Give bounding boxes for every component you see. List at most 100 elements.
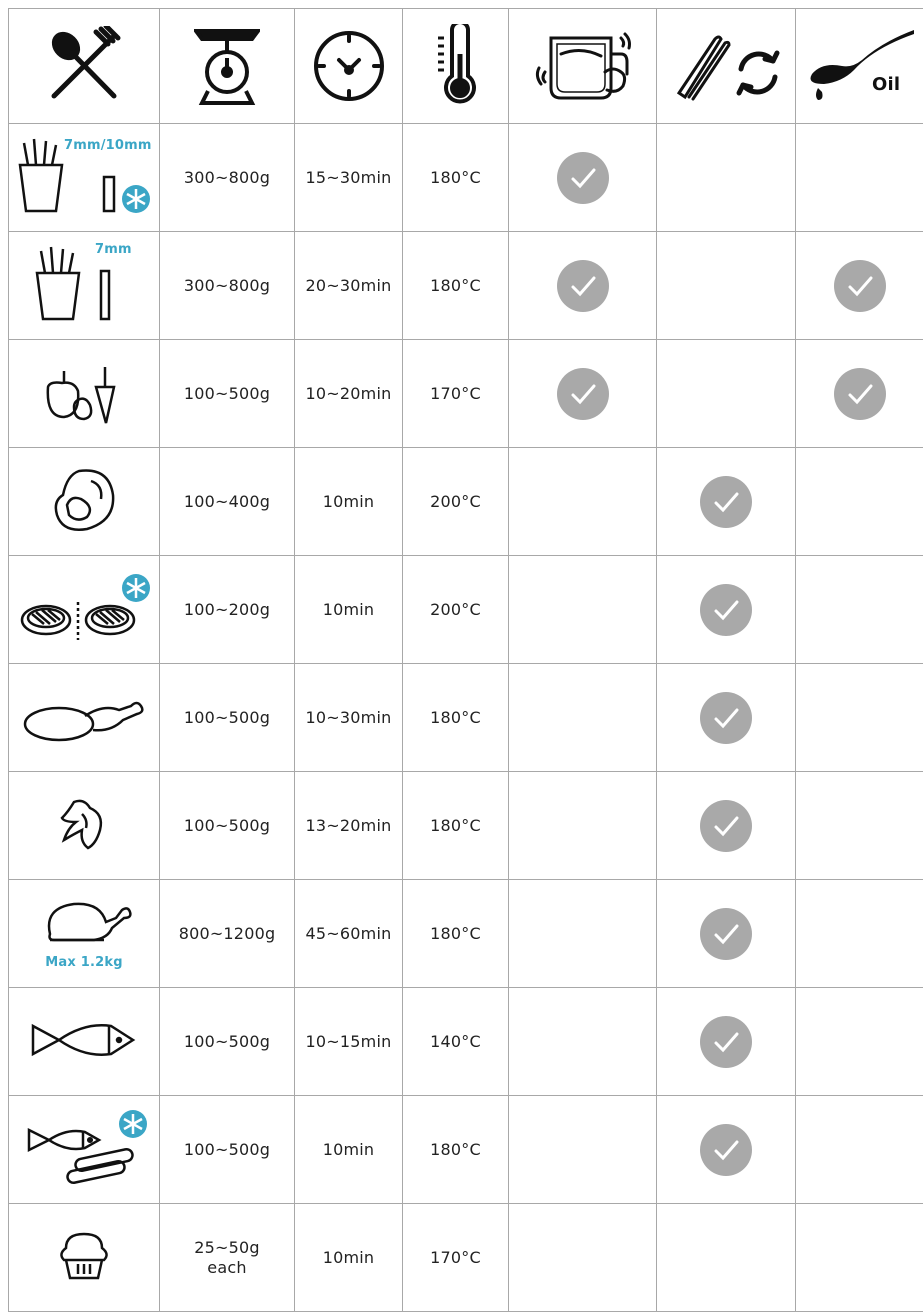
temp-cell: 180°C xyxy=(403,124,509,232)
check-icon xyxy=(700,800,752,852)
chicken-drumstick-icon xyxy=(19,686,149,746)
shake-cell xyxy=(509,988,657,1096)
frozen-burgers-icon xyxy=(14,568,154,648)
shake-cell xyxy=(509,772,657,880)
food-cell: Max 1.2kg xyxy=(9,880,160,988)
time-cell: 10min xyxy=(295,1204,403,1312)
muffin-icon xyxy=(54,1226,114,1286)
oil-cell xyxy=(796,448,923,556)
food-cell: 7mm/10mm xyxy=(9,124,160,232)
weight-cell: 300~800g xyxy=(160,124,295,232)
table-row: 100~400g 10min 200°C xyxy=(9,448,923,556)
frozen-fries-icon: 7mm/10mm xyxy=(14,131,154,221)
oil-spoon-icon: Oil xyxy=(802,26,918,106)
time-cell: 10~30min xyxy=(295,664,403,772)
turn-cell xyxy=(657,232,796,340)
temp-cell: 180°C xyxy=(403,664,509,772)
clock-icon xyxy=(311,28,387,104)
temp-cell: 140°C xyxy=(403,988,509,1096)
temp-cell: 170°C xyxy=(403,1204,509,1312)
oil-cell xyxy=(796,664,923,772)
header-turn xyxy=(657,9,796,124)
oil-cell xyxy=(796,1204,923,1312)
vegetables-icon xyxy=(34,357,134,427)
size-label: 7mm xyxy=(95,242,132,257)
weight-cell: 100~500g xyxy=(160,988,295,1096)
header-food xyxy=(9,9,160,124)
weight-cell: 300~800g xyxy=(160,232,295,340)
oil-cell xyxy=(796,1096,923,1204)
header-shake xyxy=(509,9,657,124)
turn-cell xyxy=(657,1204,796,1312)
time-cell: 10~15min xyxy=(295,988,403,1096)
table-row: 100~500g 10~30min 180°C xyxy=(9,664,923,772)
temp-cell: 200°C xyxy=(403,556,509,664)
time-cell: 15~30min xyxy=(295,124,403,232)
shake-cell xyxy=(509,232,657,340)
max-weight-label: Max 1.2kg xyxy=(45,955,122,970)
table-row: 7mm/10mm 300~800g 15~30min 180°C xyxy=(9,124,923,232)
turn-cell xyxy=(657,340,796,448)
oil-cell xyxy=(796,772,923,880)
turn-cell xyxy=(657,448,796,556)
utensils-icon xyxy=(44,26,124,106)
size-label: 7mm/10mm xyxy=(64,138,152,153)
table-row: 100~500g 13~20min 180°C xyxy=(9,772,923,880)
food-cell xyxy=(9,556,160,664)
table-row: 100~500g 10~15min 140°C xyxy=(9,988,923,1096)
check-icon xyxy=(557,152,609,204)
whole-chicken-icon: Max 1.2kg xyxy=(24,892,144,972)
check-icon xyxy=(700,476,752,528)
time-cell: 13~20min xyxy=(295,772,403,880)
shake-cell xyxy=(509,880,657,988)
oil-label: Oil xyxy=(872,74,900,95)
food-cell xyxy=(9,1204,160,1312)
oil-cell xyxy=(796,340,923,448)
temp-cell: 180°C xyxy=(403,880,509,988)
fish-icon xyxy=(29,1020,139,1060)
frozen-fish-sticks-icon xyxy=(19,1108,149,1188)
oil-cell xyxy=(796,124,923,232)
time-cell: 10min xyxy=(295,556,403,664)
check-icon xyxy=(557,368,609,420)
weight-cell: 100~500g xyxy=(160,772,295,880)
header-time xyxy=(295,9,403,124)
cooking-table: Oil 7mm/10mm 300~800g 15~30min 180°C xyxy=(8,8,923,1312)
weight-cell: 100~500g xyxy=(160,1096,295,1204)
check-icon xyxy=(834,368,886,420)
food-cell xyxy=(9,772,160,880)
time-cell: 20~30min xyxy=(295,232,403,340)
check-icon xyxy=(700,692,752,744)
weight-cell: 100~400g xyxy=(160,448,295,556)
time-cell: 10min xyxy=(295,448,403,556)
fresh-fries-icon: 7mm xyxy=(29,239,139,329)
food-cell xyxy=(9,1096,160,1204)
weight-cell: 100~500g xyxy=(160,664,295,772)
turn-cell xyxy=(657,664,796,772)
oil-cell xyxy=(796,880,923,988)
shake-cell xyxy=(509,556,657,664)
temp-cell: 200°C xyxy=(403,448,509,556)
temp-cell: 170°C xyxy=(403,340,509,448)
weight-cell: 25~50g each xyxy=(160,1204,295,1312)
weight-cell: 100~200g xyxy=(160,556,295,664)
table-row: 25~50g each 10min 170°C xyxy=(9,1204,923,1312)
weight-cell: 100~500g xyxy=(160,340,295,448)
weight-cell: 800~1200g xyxy=(160,880,295,988)
shake-cell xyxy=(509,1096,657,1204)
turn-cell xyxy=(657,124,796,232)
shake-cell xyxy=(509,124,657,232)
table-row: Max 1.2kg 800~1200g 45~60min 180°C xyxy=(9,880,923,988)
shake-cell xyxy=(509,1204,657,1312)
chicken-wing-icon xyxy=(54,794,114,854)
shake-cell xyxy=(509,664,657,772)
check-icon xyxy=(700,1016,752,1068)
time-cell: 45~60min xyxy=(295,880,403,988)
steak-icon xyxy=(49,465,119,535)
food-cell xyxy=(9,448,160,556)
check-icon xyxy=(700,908,752,960)
shake-basket-icon xyxy=(531,24,635,108)
time-cell: 10~20min xyxy=(295,340,403,448)
check-icon xyxy=(700,584,752,636)
food-cell xyxy=(9,340,160,448)
